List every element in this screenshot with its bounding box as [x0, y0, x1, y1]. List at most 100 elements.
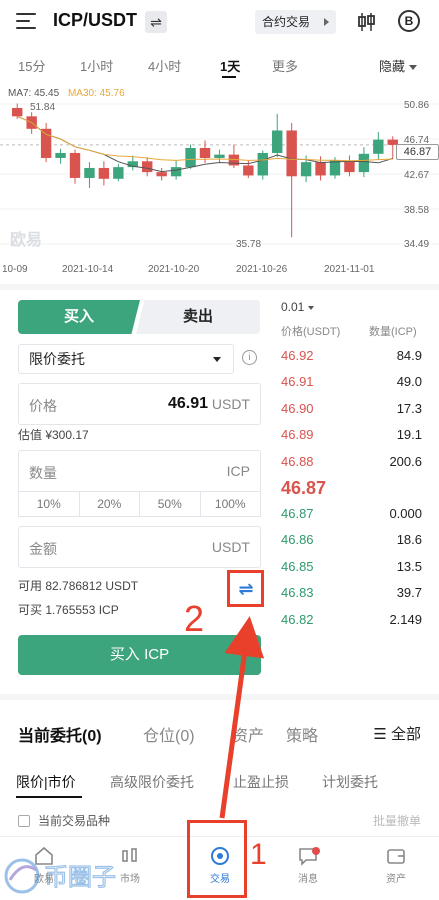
nav-assets[interactable]: 资产 [366, 845, 426, 885]
swap-pair-icon[interactable]: ⇌ [145, 11, 167, 33]
batch-cancel-button[interactable]: 批量撤单 [373, 812, 421, 829]
contract-trade-button[interactable]: 合约交易 [255, 10, 336, 34]
amount-label: 金额 [29, 541, 57, 557]
tab-strategy[interactable]: 策略 [286, 722, 318, 746]
subtab-advanced-limit[interactable]: 高级限价委托 [110, 772, 194, 792]
y-tick: 34.49 [404, 239, 430, 250]
bid-price: 46.83 [281, 585, 314, 600]
hide-chart-button[interactable]: 隐藏 [379, 56, 417, 75]
candle-body [113, 167, 124, 179]
current-pair-label: 当前交易品种 [38, 814, 111, 828]
precision-select[interactable]: 0.01 [281, 300, 315, 314]
subtab-plan-order[interactable]: 计划委托 [322, 772, 378, 792]
tab-positions[interactable]: 仓位(0) [143, 722, 195, 746]
active-tab-underline [222, 76, 236, 78]
ask-qty: 200.6 [389, 454, 422, 469]
current-pair-filter[interactable]: 当前交易品种 [18, 812, 110, 829]
last-price: 46.87 [281, 478, 327, 498]
bid-row[interactable]: 46.87 0.000 [281, 506, 422, 526]
tab-1d[interactable]: 1天 [220, 56, 240, 75]
quantity-label: 数量 [29, 465, 57, 481]
nav-assets-label: 资产 [386, 874, 406, 885]
checkbox[interactable] [18, 815, 30, 827]
ask-row[interactable]: 46.88 200.6 [281, 454, 422, 474]
bid-qty: 13.5 [396, 559, 422, 574]
buy-icp-button[interactable]: 买入 ICP [18, 635, 261, 675]
all-orders-button[interactable]: ☰ 全部 [373, 723, 421, 744]
price-unit: USDT [211, 396, 250, 412]
bid-row[interactable]: 46.83 39.7 [281, 585, 422, 605]
order-type-select[interactable]: 限价委托 [18, 344, 234, 374]
tab-1h[interactable]: 1小时 [80, 56, 113, 75]
candle-body [344, 160, 355, 173]
bid-row[interactable]: 46.82 2.149 [281, 612, 422, 632]
ask-row[interactable]: 46.91 49.0 [281, 374, 422, 394]
section-divider [0, 284, 439, 290]
ask-qty: 49.0 [396, 374, 422, 389]
amount-field[interactable]: 金额 USDT [18, 526, 261, 568]
ask-price: 46.89 [281, 427, 314, 442]
ma7-label: MA7: 45.45 [8, 88, 60, 99]
subtab-limit-market[interactable]: 限价|市价 [16, 772, 76, 792]
price-value: 46.91 [167, 395, 208, 412]
candle-body [243, 165, 254, 176]
notification-dot [312, 847, 320, 855]
tab-assets[interactable]: 资产 [232, 722, 264, 746]
price-field[interactable]: 价格 46.91 USDT [18, 383, 261, 425]
bid-row[interactable]: 46.85 13.5 [281, 559, 422, 579]
annotation-step-1: 1 [250, 838, 267, 871]
candle-body [257, 152, 268, 176]
candle-body [199, 147, 211, 158]
ask-row[interactable]: 46.89 19.1 [281, 427, 422, 447]
nav-messages[interactable]: 消息 [278, 845, 338, 885]
available-balance: 可用 82.786812 USDT [18, 579, 139, 593]
sell-tab[interactable]: 卖出 [136, 300, 260, 334]
precision-value: 0.01 [281, 300, 305, 314]
y-tick: 50.86 [404, 100, 430, 111]
percent-100-button[interactable]: 100% [201, 491, 261, 516]
bid-price: 46.85 [281, 559, 314, 574]
candle-body [358, 153, 370, 173]
candle-body [315, 162, 326, 176]
x-tick: 2021-10-20 [148, 264, 200, 275]
candle-body [84, 167, 95, 178]
candlestick-chart[interactable] [0, 84, 439, 282]
tab-4h[interactable]: 4小时 [148, 56, 181, 75]
logo-text: 币圈子 [44, 863, 116, 891]
ask-price: 46.90 [281, 401, 314, 416]
annotation-box-trade [187, 820, 247, 898]
bid-price: 46.87 [281, 506, 314, 521]
tab-more[interactable]: 更多 [272, 56, 298, 75]
estimate-value: 估值 ¥300.17 [18, 428, 89, 442]
bid-row[interactable]: 46.86 18.6 [281, 532, 422, 552]
buy-tab[interactable]: 买入 [18, 300, 140, 334]
period-tabs: 15分 1小时 4小时 1天 更多 隐藏 [0, 50, 439, 80]
ask-row[interactable]: 46.90 17.3 [281, 401, 422, 421]
bid-qty: 18.6 [396, 532, 422, 547]
ask-qty: 19.1 [396, 427, 422, 442]
ask-row[interactable]: 46.92 84.9 [281, 348, 422, 368]
bid-qty: 0.000 [389, 506, 422, 521]
candle-body [214, 154, 225, 158]
watermark-logo: 币圈子 [4, 858, 117, 894]
all-orders-label: 全部 [390, 726, 421, 743]
tab-15m[interactable]: 15分 [18, 56, 45, 75]
b-coin-icon[interactable]: B [398, 10, 420, 32]
menu-icon[interactable] [16, 13, 36, 31]
percent-10-button[interactable]: 10% [19, 491, 80, 516]
tab-open-orders[interactable]: 当前委托(0) [18, 722, 102, 746]
candlestick-icon[interactable] [355, 11, 377, 33]
candle-body [272, 130, 283, 153]
pair-title[interactable]: ICP/USDT [53, 10, 137, 31]
subtab-tp-sl[interactable]: 止盈止损 [233, 772, 289, 792]
x-tick: 10-09 [2, 264, 28, 275]
hide-chart-label: 隐藏 [378, 59, 405, 74]
candle-body [40, 128, 52, 158]
candle-body [12, 107, 23, 117]
info-icon[interactable]: i [242, 350, 257, 365]
caret-down-icon [213, 357, 221, 362]
quantity-field[interactable]: 数量 ICP [18, 450, 261, 492]
percent-50-button[interactable]: 50% [140, 491, 201, 516]
percent-20-button[interactable]: 20% [80, 491, 140, 516]
low-price-label: 35.78 [236, 239, 262, 250]
